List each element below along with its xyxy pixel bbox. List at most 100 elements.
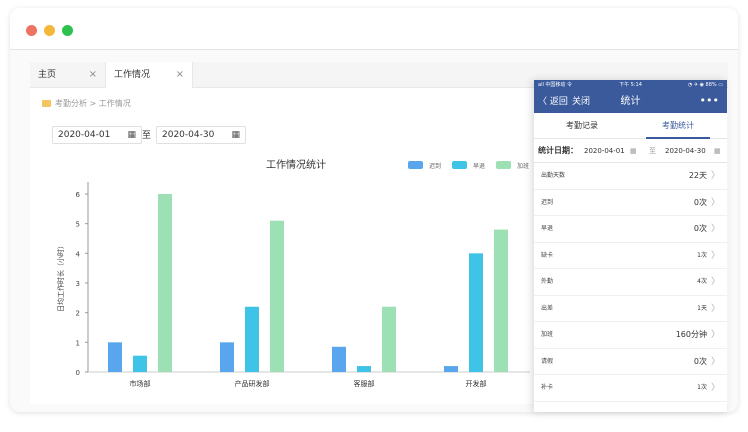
folder-icon [42, 100, 51, 107]
stats-row-label: 缺卡 [541, 251, 554, 259]
stats-row[interactable]: 出勤天数 22天〉 [534, 163, 727, 190]
stats-row-label: 加班 [541, 331, 554, 338]
calendar-icon[interactable]: ▦ [231, 127, 240, 143]
phone-status-bar: all 中国移动 令 下午 5:14 ◔ ✈ ◉ 88% ▭ [534, 80, 727, 91]
mobile-app-panel: all 中国移动 令 下午 5:14 ◔ ✈ ◉ 88% ▭ 〈 返回 关闭 统… [534, 80, 727, 412]
tab-attendance-records[interactable]: 考勤记录 [534, 113, 630, 139]
filter-label: 统计日期： [538, 146, 578, 155]
segment-control: 考勤记录 考勤统计 [534, 113, 727, 139]
stats-row-value: 1次 [697, 251, 707, 259]
stats-row-value: 1次 [697, 384, 707, 391]
chevron-right-icon: 〉 [710, 197, 720, 208]
stats-row[interactable]: 外勤 4次〉 [534, 269, 727, 296]
stats-row-label: 迟到 [541, 198, 554, 206]
breadcrumb: 考勤分析 > 工作情况 [42, 98, 131, 109]
stats-row-label: 外勤 [541, 278, 554, 285]
y-tick-label: 1 [76, 339, 80, 347]
stats-row[interactable]: 缺卡 1次〉 [534, 243, 727, 269]
minimize-window-button[interactable] [44, 25, 55, 36]
stats-row[interactable]: 早退 0次〉 [534, 216, 727, 243]
stats-row-value: 1天 [697, 304, 707, 312]
work-status-chart: 工作情况统计 迟到 早退 加班 0 1 2 3 4 5 6 日均工作时长（小时） 市场部 产品研发部 客服部… [56, 158, 530, 388]
chevron-right-icon: 〉 [710, 383, 720, 393]
bar [494, 229, 508, 372]
stats-row-value: 0次 [693, 224, 707, 233]
bar [357, 366, 371, 372]
chart-title: 工作情况统计 [266, 158, 326, 171]
close-icon[interactable]: × [176, 62, 184, 88]
phone-page-title: 统计 [620, 96, 641, 107]
calendar-icon[interactable]: ▦ [714, 139, 721, 163]
close-window-button[interactable] [26, 25, 37, 36]
chevron-right-icon: 〉 [710, 356, 720, 367]
y-tick-label: 3 [76, 280, 80, 288]
stats-row-value: 4次 [697, 278, 707, 285]
tab-home[interactable]: 主页 × [30, 62, 105, 88]
bar [245, 306, 259, 372]
end-date-value: 2020-04-30 [162, 130, 215, 140]
stats-row-value: 0次 [693, 356, 707, 366]
chevron-right-icon: 〉 [710, 250, 720, 261]
legend-swatch [408, 161, 423, 169]
filter-end-date[interactable]: 2020-04-30 [665, 139, 706, 163]
close-icon[interactable]: × [89, 62, 97, 88]
breadcrumb-current: 工作情况 [98, 99, 131, 108]
chevron-right-icon: 〉 [710, 330, 720, 340]
x-tick-label: 市场部 [130, 379, 151, 388]
x-tick-label: 开发部 [466, 379, 487, 388]
stats-row-label: 出勤天数 [541, 172, 566, 179]
y-tick-label: 5 [76, 221, 80, 229]
tab-work-status[interactable]: 工作情况 × [105, 62, 193, 88]
bar [332, 346, 346, 372]
bar [469, 253, 483, 372]
calendar-icon[interactable]: ▦ [630, 139, 637, 163]
tab-label: 主页 [38, 70, 57, 80]
bar [220, 342, 234, 372]
stats-row[interactable]: 请假 0次〉 [534, 349, 727, 375]
breadcrumb-separator: > [89, 99, 97, 108]
chevron-right-icon: 〉 [710, 277, 720, 287]
stats-row-label: 请假 [541, 357, 554, 365]
stats-row-label: 出差 [541, 304, 554, 312]
y-tick-label: 4 [76, 250, 81, 258]
legend-label: 迟到 [429, 162, 441, 170]
legend-label: 早退 [473, 162, 485, 170]
chevron-right-icon: 〉 [710, 224, 720, 234]
bar [270, 220, 284, 372]
start-date-value: 2020-04-01 [58, 130, 111, 140]
filter-separator: 至 [649, 147, 656, 155]
tab-label: 工作情况 [114, 70, 151, 80]
legend-swatch [496, 161, 511, 169]
maximize-window-button[interactable] [62, 25, 73, 36]
filter-start-date[interactable]: 2020-04-01 [584, 139, 625, 163]
start-date-input[interactable]: 2020-04-01 ▦ [52, 126, 142, 144]
end-date-input[interactable]: 2020-04-30 ▦ [156, 126, 246, 144]
bar [158, 194, 172, 372]
bar [108, 342, 122, 372]
bar [133, 355, 147, 372]
bar [382, 306, 396, 372]
y-tick-label: 6 [76, 191, 81, 199]
window-titlebar [10, 8, 738, 50]
more-icon[interactable]: ••• [700, 90, 719, 112]
stats-row[interactable]: 补卡 1次〉 [534, 375, 727, 402]
legend-label: 加班 [517, 162, 529, 170]
x-tick-label: 客服部 [354, 379, 375, 388]
y-tick-label: 0 [76, 369, 80, 377]
date-range-separator: 至 [142, 131, 152, 141]
stats-row-value: 0次 [693, 197, 707, 207]
stats-list: 出勤天数 22天〉迟到 0次〉早退 0次〉缺卡 1次〉外勤 4次〉出差 1天〉加班 160分钟… [534, 163, 727, 402]
tab-attendance-stats[interactable]: 考勤统计 [630, 113, 726, 139]
breadcrumb-root[interactable]: 考勤分析 [55, 99, 87, 108]
stats-row[interactable]: 迟到 0次〉 [534, 190, 727, 216]
legend-swatch [452, 161, 467, 169]
stats-date-filter: 统计日期： 2020-04-01 ▦ 至 2020-04-30 ▦ [534, 139, 727, 163]
bar [444, 366, 458, 372]
stats-row[interactable]: 加班 160分钟〉 [534, 322, 727, 349]
calendar-icon[interactable]: ▦ [127, 127, 136, 143]
phone-nav-bar: 〈 返回 关闭 统计 ••• [534, 91, 727, 113]
stats-row[interactable]: 出差 1天〉 [534, 296, 727, 322]
y-tick-label: 2 [76, 310, 80, 318]
x-tick-label: 产品研发部 [235, 379, 270, 388]
stats-row-label: 早退 [541, 225, 554, 232]
